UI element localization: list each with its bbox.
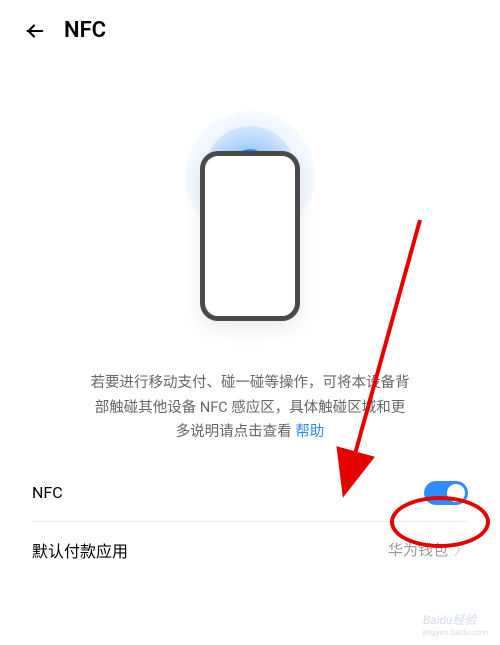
- nfc-toggle-row: NFC: [0, 465, 500, 521]
- back-arrow-icon[interactable]: [22, 19, 46, 43]
- default-payment-value: 华为钱包 〉: [388, 539, 468, 560]
- nfc-description: 若要进行移动支付、碰一碰等操作，可将本设备背 部触碰其他设备 NFC 感应区，具…: [0, 341, 500, 465]
- header: NFC: [0, 0, 500, 61]
- page-title: NFC: [64, 18, 106, 43]
- default-payment-row[interactable]: 默认付款应用 华为钱包 〉: [0, 522, 500, 578]
- nfc-label: NFC: [32, 483, 63, 502]
- default-payment-label: 默认付款应用: [32, 538, 128, 562]
- watermark: Baidu经验 jingyan.baidu.com: [423, 611, 488, 637]
- description-text: 若要进行移动支付、碰一碰等操作，可将本设备背: [91, 374, 410, 391]
- nfc-toggle[interactable]: [424, 481, 468, 505]
- nfc-illustration: [0, 61, 500, 341]
- help-link[interactable]: 帮助: [295, 423, 324, 440]
- description-text: 部触碰其他设备 NFC 感应区，具体触碰区域和更: [95, 399, 406, 416]
- toggle-knob-icon: [447, 484, 465, 502]
- watermark-subtext: jingyan.baidu.com: [423, 628, 488, 637]
- payment-value-text: 华为钱包: [388, 539, 448, 560]
- description-text: 多说明请点击查看: [176, 423, 296, 440]
- chevron-right-icon: 〉: [454, 540, 468, 560]
- phone-device-icon: [200, 151, 300, 321]
- watermark-text: Baidu经验: [423, 613, 476, 627]
